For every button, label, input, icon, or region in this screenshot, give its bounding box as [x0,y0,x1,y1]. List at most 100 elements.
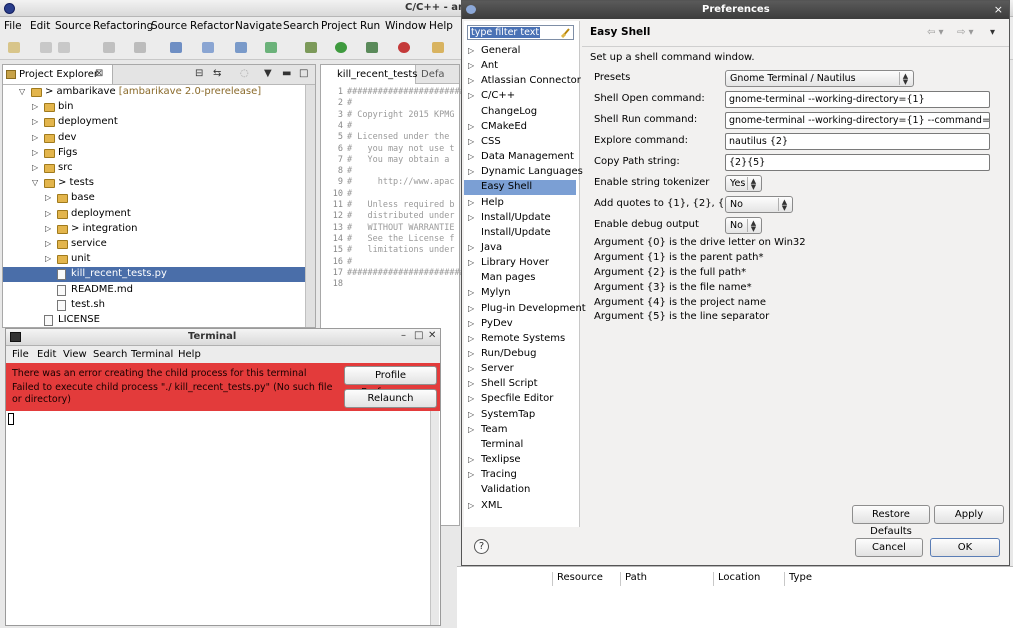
terminal-menu-help[interactable]: Help [178,349,201,360]
new-project-icon[interactable] [170,42,182,53]
maximize-icon[interactable]: □ [299,68,308,79]
view-menu-icon[interactable]: ▼ [264,68,272,79]
restore-defaults-button[interactable]: Restore Defaults [852,505,930,537]
collapsed-icon[interactable]: ▷ [45,254,51,263]
maximize-icon[interactable]: □ [414,330,423,341]
tab-close-icon[interactable]: ⊠ [95,68,103,79]
tree-item[interactable]: test.sh [3,298,305,313]
collapsed-icon[interactable]: ▷ [468,243,474,252]
pref-tree-item[interactable]: ▷ Tracing [464,468,576,483]
collapsed-icon[interactable]: ▷ [468,122,474,131]
pref-tree-item[interactable]: ▷ Library Hover [464,256,576,271]
build-icon[interactable] [103,42,115,53]
tree-item[interactable]: ▽ > tests [3,176,305,191]
collapsed-icon[interactable]: ▷ [32,148,38,157]
clear-filter-icon[interactable] [561,27,571,38]
presets-combo[interactable]: Gnome Terminal / Nautilus ▲ ▼ [725,70,914,87]
pref-tree-item[interactable]: Easy Shell [464,180,576,196]
debug-combo[interactable]: No ▲ ▼ [725,217,762,234]
save-icon[interactable] [40,42,52,53]
collapsed-icon[interactable]: ▷ [468,167,474,176]
quotes-combo[interactable]: No ▲ ▼ [725,196,793,213]
focus-icon[interactable]: ◌ [240,68,249,79]
collapsed-icon[interactable]: ▷ [468,137,474,146]
menu-source-2[interactable]: Source [151,20,187,32]
collapsed-icon[interactable]: ▷ [468,334,474,343]
profile-preferences-button[interactable]: Profile Preferences [344,366,437,398]
collapsed-icon[interactable]: ▷ [468,76,474,85]
window-menu-icon[interactable] [466,5,476,14]
explorer-scrollbar[interactable] [305,85,315,327]
pref-tree-item[interactable]: ▷ Help [464,196,576,211]
new-folder-icon[interactable] [202,42,214,53]
terminal-screen[interactable] [6,411,440,625]
collapsed-icon[interactable]: ▷ [468,288,474,297]
refresh-icon[interactable] [265,42,277,53]
pref-tree-item[interactable]: Terminal [464,438,576,453]
pref-tree-item[interactable]: ▷ Install/Update [464,211,576,226]
save-all-icon[interactable] [58,42,70,53]
menu-refactor[interactable]: Refactor [190,20,234,32]
pref-tree-item[interactable]: ▷ Plug-in Development [464,302,586,317]
view-menu-icon[interactable]: ▾ [990,27,995,38]
new-icon[interactable] [8,42,20,53]
pref-tree-item[interactable]: ▷ Dynamic Languages [464,165,583,180]
collapsed-icon[interactable]: ▷ [45,209,51,218]
tokenizer-combo[interactable]: Yes ▲ ▼ [725,175,762,192]
pref-tree-item[interactable]: ▷ Data Management [464,150,576,165]
collapse-all-icon[interactable]: ⊟ [195,68,203,79]
pref-tree-item[interactable]: ▷ Mylyn [464,286,576,301]
tab-defa[interactable]: Defa [421,69,445,80]
tab-kill-recent-tests[interactable]: kill_recent_tests [321,65,418,84]
menu-refactoring[interactable]: Refactoring [93,20,153,32]
menu-run[interactable]: Run [360,20,380,32]
pref-tree-item[interactable]: ▷ SystemTap [464,408,576,423]
tree-item[interactable]: ▷ deployment [3,207,305,222]
pref-tree-item[interactable]: ▷ Run/Debug [464,347,576,362]
collapsed-icon[interactable]: ▷ [468,455,474,464]
expanded-icon[interactable]: ▽ [32,178,38,187]
collapsed-icon[interactable]: ▷ [468,364,474,373]
collapsed-icon[interactable]: ▷ [32,163,38,172]
collapsed-icon[interactable]: ▷ [45,193,51,202]
explore-input[interactable]: nautilus {2} [725,133,990,150]
pref-tree-item[interactable]: ▷ Java [464,241,576,256]
back-icon[interactable]: ⇦ ▾ [927,27,944,38]
collapsed-icon[interactable]: ▷ [468,470,474,479]
collapsed-icon[interactable]: ▷ [45,224,51,233]
link-editor-icon[interactable]: ⇆ [213,68,221,79]
copy-path-input[interactable]: {2}{5} [725,154,990,171]
collapsed-icon[interactable]: ▷ [468,501,474,510]
menu-file[interactable]: File [4,20,22,32]
open-folder-icon[interactable] [432,42,444,53]
debug-icon[interactable] [305,42,317,53]
tree-item[interactable]: ▽ > ambarikave [ambarikave 2.0-prerelease… [3,85,305,100]
column-path[interactable]: Path [620,572,647,586]
collapsed-icon[interactable]: ▷ [468,394,474,403]
pref-tree-item[interactable]: Man pages [464,271,576,286]
tree-item[interactable]: kill_recent_tests.py [3,267,305,283]
collapsed-icon[interactable]: ▷ [32,117,38,126]
minimize-icon[interactable]: – [401,330,406,341]
tree-item[interactable]: ▷ Figs [3,146,305,161]
collapsed-icon[interactable]: ▷ [468,46,474,55]
external-tools-icon[interactable] [398,42,410,53]
collapsed-icon[interactable]: ▷ [45,239,51,248]
collapsed-icon[interactable]: ▷ [468,304,474,313]
minimize-icon[interactable]: ▬ [282,68,291,79]
tree-item[interactable]: ▷ > integration [3,222,305,237]
help-icon[interactable]: ? [474,539,489,554]
collapsed-icon[interactable]: ▷ [468,152,474,161]
tree-item[interactable]: ▷ deployment [3,115,305,130]
expanded-icon[interactable]: ▽ [19,87,25,96]
filter-input[interactable]: type filter text [467,25,574,40]
collapsed-icon[interactable]: ▷ [468,258,474,267]
menu-source[interactable]: Source [55,20,91,32]
collapsed-icon[interactable]: ▷ [32,133,38,142]
ok-button[interactable]: OK [930,538,1000,557]
menu-navigate[interactable]: Navigate [235,20,282,32]
column-type[interactable]: Type [784,572,812,586]
pref-tree-item[interactable]: ▷ Remote Systems [464,332,576,347]
shell-open-input[interactable]: gnome-terminal --working-directory={1} [725,91,990,108]
pref-tree-item[interactable]: ▷ PyDev [464,317,576,332]
